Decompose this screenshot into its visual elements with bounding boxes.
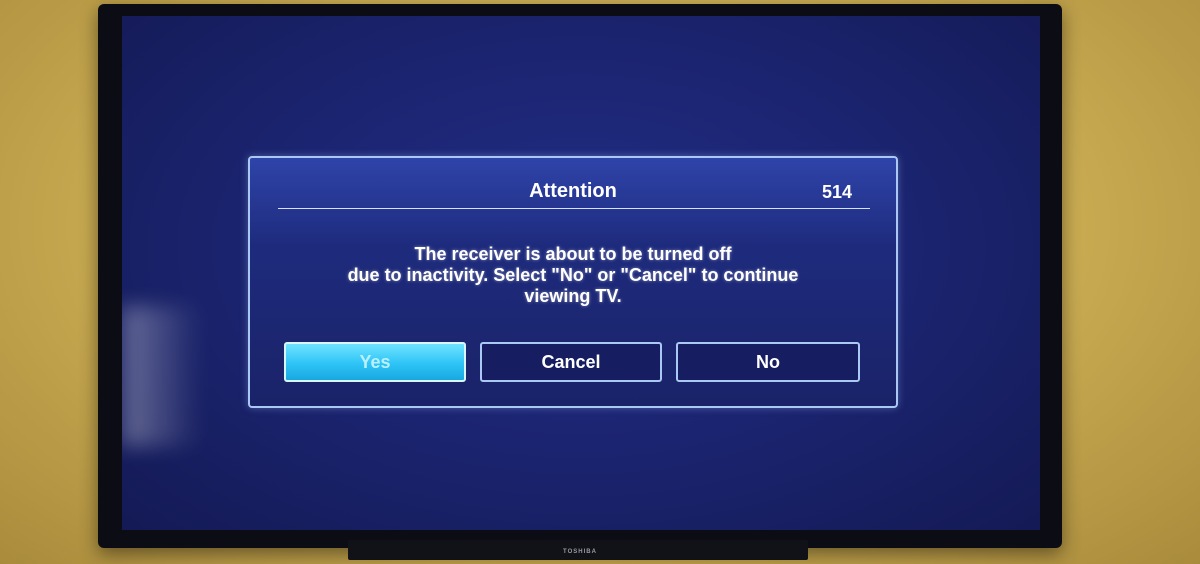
dialog-message: The receiver is about to be turned off d… — [290, 244, 856, 307]
dialog-divider — [278, 208, 870, 209]
dialog-code: 514 — [821, 182, 852, 202]
tv-screen: Attention 514 The receiver is about to b… — [122, 16, 1040, 530]
dialog-message-line: due to inactivity. Select "No" or "Cance… — [347, 265, 799, 285]
dialog-message-line: The receiver is about to be turned off — [414, 244, 732, 264]
yes-button[interactable]: Yes — [284, 342, 466, 382]
no-button[interactable]: No — [676, 342, 860, 382]
dialog-title: Attention — [529, 180, 617, 202]
dialog-message-line: viewing TV. — [524, 286, 622, 306]
cancel-button[interactable]: Cancel — [480, 342, 662, 382]
attention-dialog: Attention 514 The receiver is about to b… — [248, 156, 898, 408]
screen-glare — [122, 306, 202, 446]
tv-brand-logo: TOSHIBA — [563, 549, 597, 555]
